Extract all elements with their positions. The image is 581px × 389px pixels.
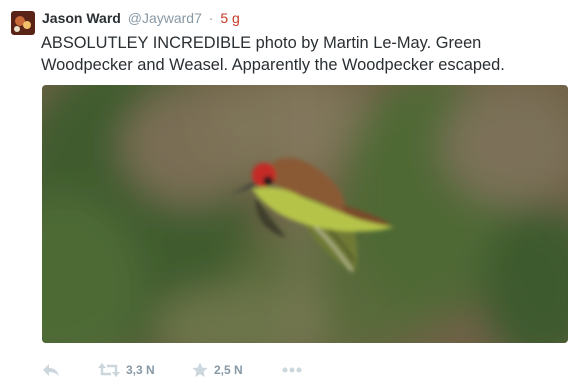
- favorite-count: 2,5 N: [214, 363, 243, 377]
- timestamp[interactable]: 5 g: [220, 10, 239, 26]
- favorite-button[interactable]: 2,5 N: [192, 360, 243, 380]
- user-handle[interactable]: @Jayward7: [128, 10, 202, 26]
- star-icon: [192, 362, 208, 377]
- tweet-actions: 3,3 N 2,5 N: [42, 360, 402, 380]
- retweet-button[interactable]: 3,3 N: [98, 360, 155, 380]
- tweet-text-line: ABSOLUTLEY INCREDIBLE photo by Martin Le…: [41, 34, 482, 52]
- more-icon: [282, 367, 302, 373]
- retweet-icon: [98, 363, 120, 377]
- more-button[interactable]: [282, 360, 302, 380]
- reply-button[interactable]: [42, 360, 60, 380]
- avatar[interactable]: [11, 11, 35, 35]
- separator: ·: [208, 10, 214, 26]
- tweet-header: Jason Ward @Jayward7 · 5 g: [42, 10, 240, 27]
- tweet-text: ABSOLUTLEY INCREDIBLE photo by Martin Le…: [41, 32, 571, 76]
- tweet-photo[interactable]: [42, 85, 568, 343]
- tweet-text-line: Woodpecker and Weasel. Apparently the Wo…: [41, 56, 505, 74]
- retweet-count: 3,3 N: [126, 363, 155, 377]
- display-name[interactable]: Jason Ward: [42, 10, 121, 26]
- reply-icon: [43, 364, 59, 376]
